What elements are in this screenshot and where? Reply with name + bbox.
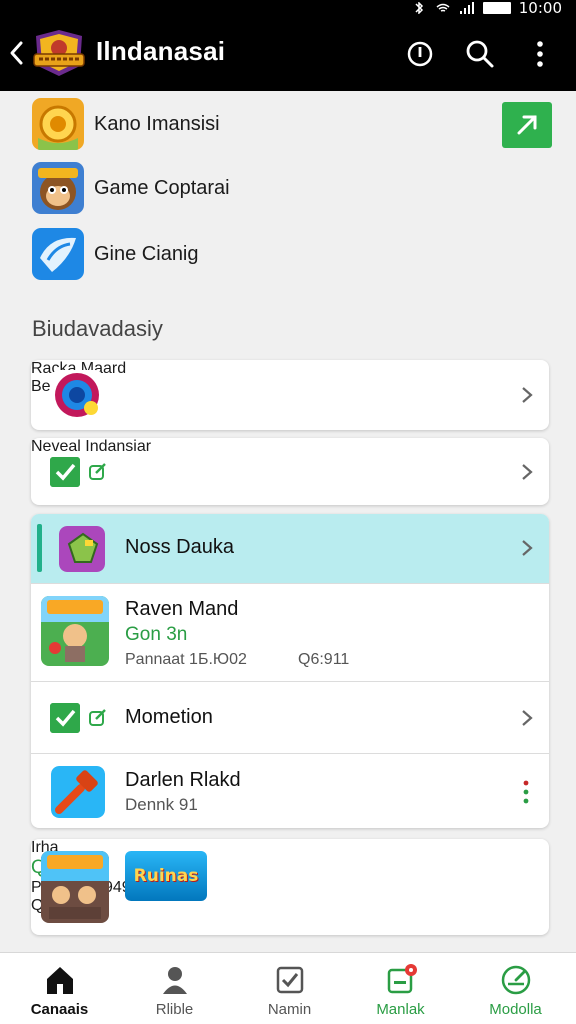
list-row[interactable]: Raven Mand Gon 3n Pannaat 1Б.Ю02 Q6:911 (31, 583, 549, 681)
chevron-right-icon (522, 710, 533, 726)
top-list-item[interactable]: Gine Cianig (32, 228, 199, 280)
banner-text: Ruinas (133, 866, 199, 886)
notification-icon (387, 964, 417, 994)
section-title: Biudavadasiy (32, 316, 163, 341)
wifi-icon (436, 3, 450, 12)
info-icon (407, 41, 433, 67)
back-arrow-icon (10, 41, 23, 65)
nav-label: Namin (267, 1001, 312, 1018)
row-meta-left: Pannaat 1Б.Ю02 (125, 651, 247, 668)
battery-icon (482, 2, 511, 14)
checkbox-checked-icon[interactable] (50, 457, 80, 487)
nav-item-home[interactable]: Canaais (2, 953, 117, 1024)
monkey-game-icon (32, 162, 84, 214)
row-title: Noss Dauka (125, 536, 234, 558)
search-button[interactable] (464, 38, 496, 70)
kebab-menu-icon (537, 41, 543, 67)
gem-game-icon (59, 526, 105, 572)
nav-label: Rlible (155, 1001, 194, 1018)
list-row-selected[interactable]: Noss Dauka (31, 514, 549, 583)
app-header: Ilndanasai (0, 16, 576, 91)
nav-item-checklist[interactable]: Namin (232, 953, 347, 1024)
nav-label: Canaais (30, 1001, 89, 1018)
row-meta-right: Q6:911 (298, 651, 350, 668)
top-item-label: Kano Imansisi (94, 112, 220, 135)
search-icon (466, 40, 494, 68)
page-title: Ilndanasai (96, 36, 226, 66)
profile-icon (163, 967, 187, 994)
checklist-icon (276, 966, 304, 994)
nav-item-dashboard[interactable]: Modolla (458, 953, 573, 1024)
signal-icon (459, 2, 474, 14)
more-options-icon[interactable] (522, 780, 530, 804)
edit-icon[interactable] (87, 460, 109, 482)
card-title: Irha (31, 839, 59, 856)
banner-thumbnail: Ruinas (125, 851, 207, 901)
chevron-right-icon (522, 464, 533, 480)
row-title: Darlen Rlakd (125, 769, 241, 791)
chevron-right-icon (522, 387, 533, 403)
list-row[interactable]: Mometion (31, 681, 549, 753)
back-button[interactable] (4, 36, 28, 70)
row-subtitle: Dennk 91 (125, 795, 198, 814)
orb-game-icon (51, 370, 103, 420)
list-card[interactable]: Racka Maard Bennt 31 (31, 360, 549, 430)
battle-game-icon (41, 851, 109, 923)
app-logo (33, 30, 85, 76)
chevron-right-icon (522, 540, 533, 556)
status-bar: 10:00 (0, 0, 576, 17)
top-list-item[interactable]: Kano Imansisi (32, 98, 220, 150)
hammer-game-icon (51, 766, 105, 818)
list-card[interactable]: Ruinas Irha Q5 Pannaat 194902 Q6:220 (31, 839, 549, 935)
top-item-label: Gine Cianig (94, 242, 199, 265)
nav-label: Manlak (376, 1001, 425, 1018)
card-title: Neveal Indansiar (31, 438, 152, 455)
nav-item-notifications[interactable]: Manlak (343, 953, 458, 1024)
adventure-game-icon (41, 596, 109, 666)
list-card: Noss Dauka Raven Mand Gon 3n Pannaat 1Б.… (31, 514, 549, 828)
dashboard-icon (501, 965, 531, 995)
edit-icon[interactable] (87, 706, 109, 728)
blue-shield-icon (32, 228, 84, 280)
list-row[interactable]: Darlen Rlakd Dennk 91 (31, 753, 549, 828)
checkbox-checked-icon[interactable] (50, 703, 80, 733)
row-title: Mometion (125, 706, 213, 728)
bluetooth-icon (415, 2, 423, 14)
list-card[interactable]: Neveal Indansiar (31, 438, 549, 505)
bottom-navigation: Canaais Rlible Namin Manlak Modolla (0, 952, 576, 1024)
nav-label: Modolla (489, 1001, 542, 1018)
row-title: Raven Mand (125, 598, 239, 620)
selection-indicator (37, 524, 42, 572)
status-time: 10:00 (518, 0, 562, 17)
more-options-button[interactable] (524, 38, 556, 70)
top-item-label: Game Coptarai (94, 176, 230, 199)
open-button[interactable] (502, 102, 552, 148)
info-button[interactable] (404, 38, 436, 70)
row-status: Gon 3n (125, 624, 188, 645)
arrow-forward-icon (517, 115, 537, 135)
nav-item-profile[interactable]: Rlible (117, 953, 232, 1024)
card-subtitle: Bennt 31 (31, 378, 549, 396)
home-icon (47, 967, 73, 994)
card-title: Racka Maard (31, 360, 127, 377)
top-list-item[interactable]: Game Coptarai (32, 162, 230, 214)
coin-game-icon (32, 98, 84, 150)
